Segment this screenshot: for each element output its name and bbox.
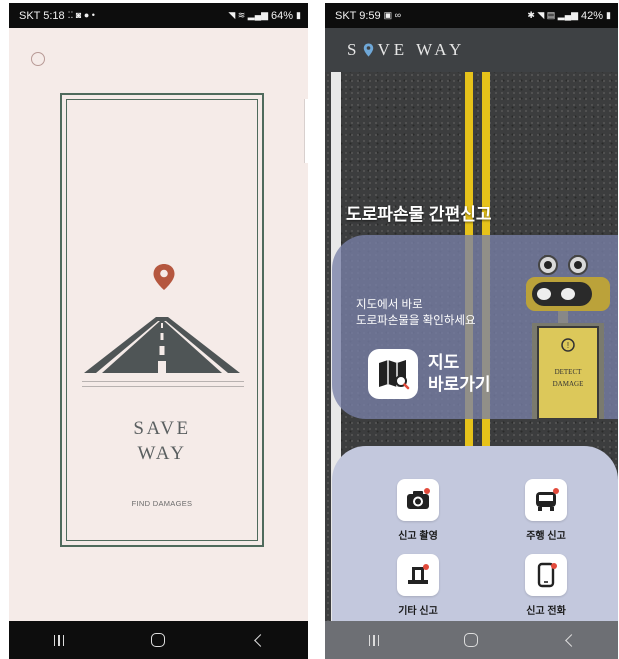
splash-screen: SKT 5:18 ⁚⁚ ◙ ● • ◥ ≋ ▂▄▆ 64% ▮ SAVE WAY…	[9, 3, 308, 659]
navigation-bar	[9, 621, 308, 659]
app-logo: S VE WAY	[347, 40, 466, 59]
robot-illustration: ! DETECT DAMAGE	[526, 255, 610, 419]
divider	[82, 386, 244, 387]
location-pin-icon	[364, 43, 374, 57]
notification-icons: ⁚⁚ ◙ ● •	[67, 10, 95, 20]
location-pin-icon	[153, 264, 175, 290]
recent-apps-button[interactable]	[354, 625, 394, 655]
map-button-label: 지도	[428, 353, 460, 372]
home-button[interactable]	[138, 625, 178, 655]
logo-way: WAY	[137, 443, 187, 464]
battery-icon: ▮	[606, 10, 611, 20]
tagline: FIND DAMAGES	[131, 499, 193, 508]
other-report-button[interactable]: 기타 신고	[378, 554, 458, 617]
capture-report-button[interactable]: 신고 촬영	[378, 479, 458, 542]
divider	[82, 381, 244, 382]
page-title: 도로파손물 간편신고	[346, 205, 492, 224]
robot-sign-line: DETECT	[555, 368, 583, 376]
road-illustration	[84, 317, 240, 373]
home-button[interactable]	[451, 625, 491, 655]
call-report-button[interactable]: 신고 전화	[506, 554, 586, 617]
driving-report-button[interactable]: 주행 신고	[506, 479, 586, 542]
report-panel: 신고 촬영 주행 신고 기타 신고 신고 전화	[332, 446, 618, 621]
recent-apps-button[interactable]	[39, 625, 79, 655]
barrier-icon	[397, 554, 439, 596]
phone-icon	[525, 554, 567, 596]
report-button-label: 신고 전화	[526, 606, 566, 617]
status-bar: SKT 5:18 ⁚⁚ ◙ ● • ◥ ≋ ▂▄▆ 64% ▮	[9, 3, 308, 28]
map-icon	[368, 349, 418, 399]
map-panel: 지도에서 바로 도로파손물을 확인하세요 지도 바로가기 ! DETECT DA…	[332, 235, 618, 419]
circle-icon	[31, 52, 45, 66]
main-screen: SKT 9:59 ▣ ∞ ✱ ◥ ▤ ▂▄▆ 42% ▮ S VE WAY 도로…	[325, 3, 618, 659]
battery-icon: ▮	[296, 10, 301, 20]
battery-level: 64%	[271, 9, 294, 22]
navigation-bar	[325, 621, 618, 659]
car-icon	[525, 479, 567, 521]
signal-icons: ◥ ≋ ▂▄▆	[228, 10, 269, 20]
svg-text:!: !	[567, 341, 569, 350]
robot-sign-line: DAMAGE	[553, 380, 584, 388]
map-shortcut-button[interactable]: 지도 바로가기	[368, 349, 491, 399]
map-description: 지도에서 바로 도로파손물을 확인하세요	[356, 299, 476, 327]
carrier-time: SKT 9:59	[335, 9, 381, 22]
edge-handle	[304, 99, 308, 163]
back-button[interactable]	[238, 625, 278, 655]
status-bar: SKT 9:59 ▣ ∞ ✱ ◥ ▤ ▂▄▆ 42% ▮	[325, 3, 618, 28]
app-header: S VE WAY	[325, 28, 618, 72]
report-button-label: 주행 신고	[526, 531, 566, 542]
battery-level: 42%	[581, 9, 604, 22]
logo-save: SAVE	[133, 418, 191, 439]
camera-icon	[397, 479, 439, 521]
signal-icons: ✱ ◥ ▤ ▂▄▆	[527, 10, 579, 20]
report-button-label: 기타 신고	[398, 606, 438, 617]
back-button[interactable]	[549, 625, 589, 655]
report-button-label: 신고 촬영	[398, 531, 438, 542]
map-button-label: 바로가기	[428, 375, 491, 394]
carrier-time: SKT 5:18	[19, 9, 65, 22]
notification-icons: ▣ ∞	[383, 10, 402, 20]
